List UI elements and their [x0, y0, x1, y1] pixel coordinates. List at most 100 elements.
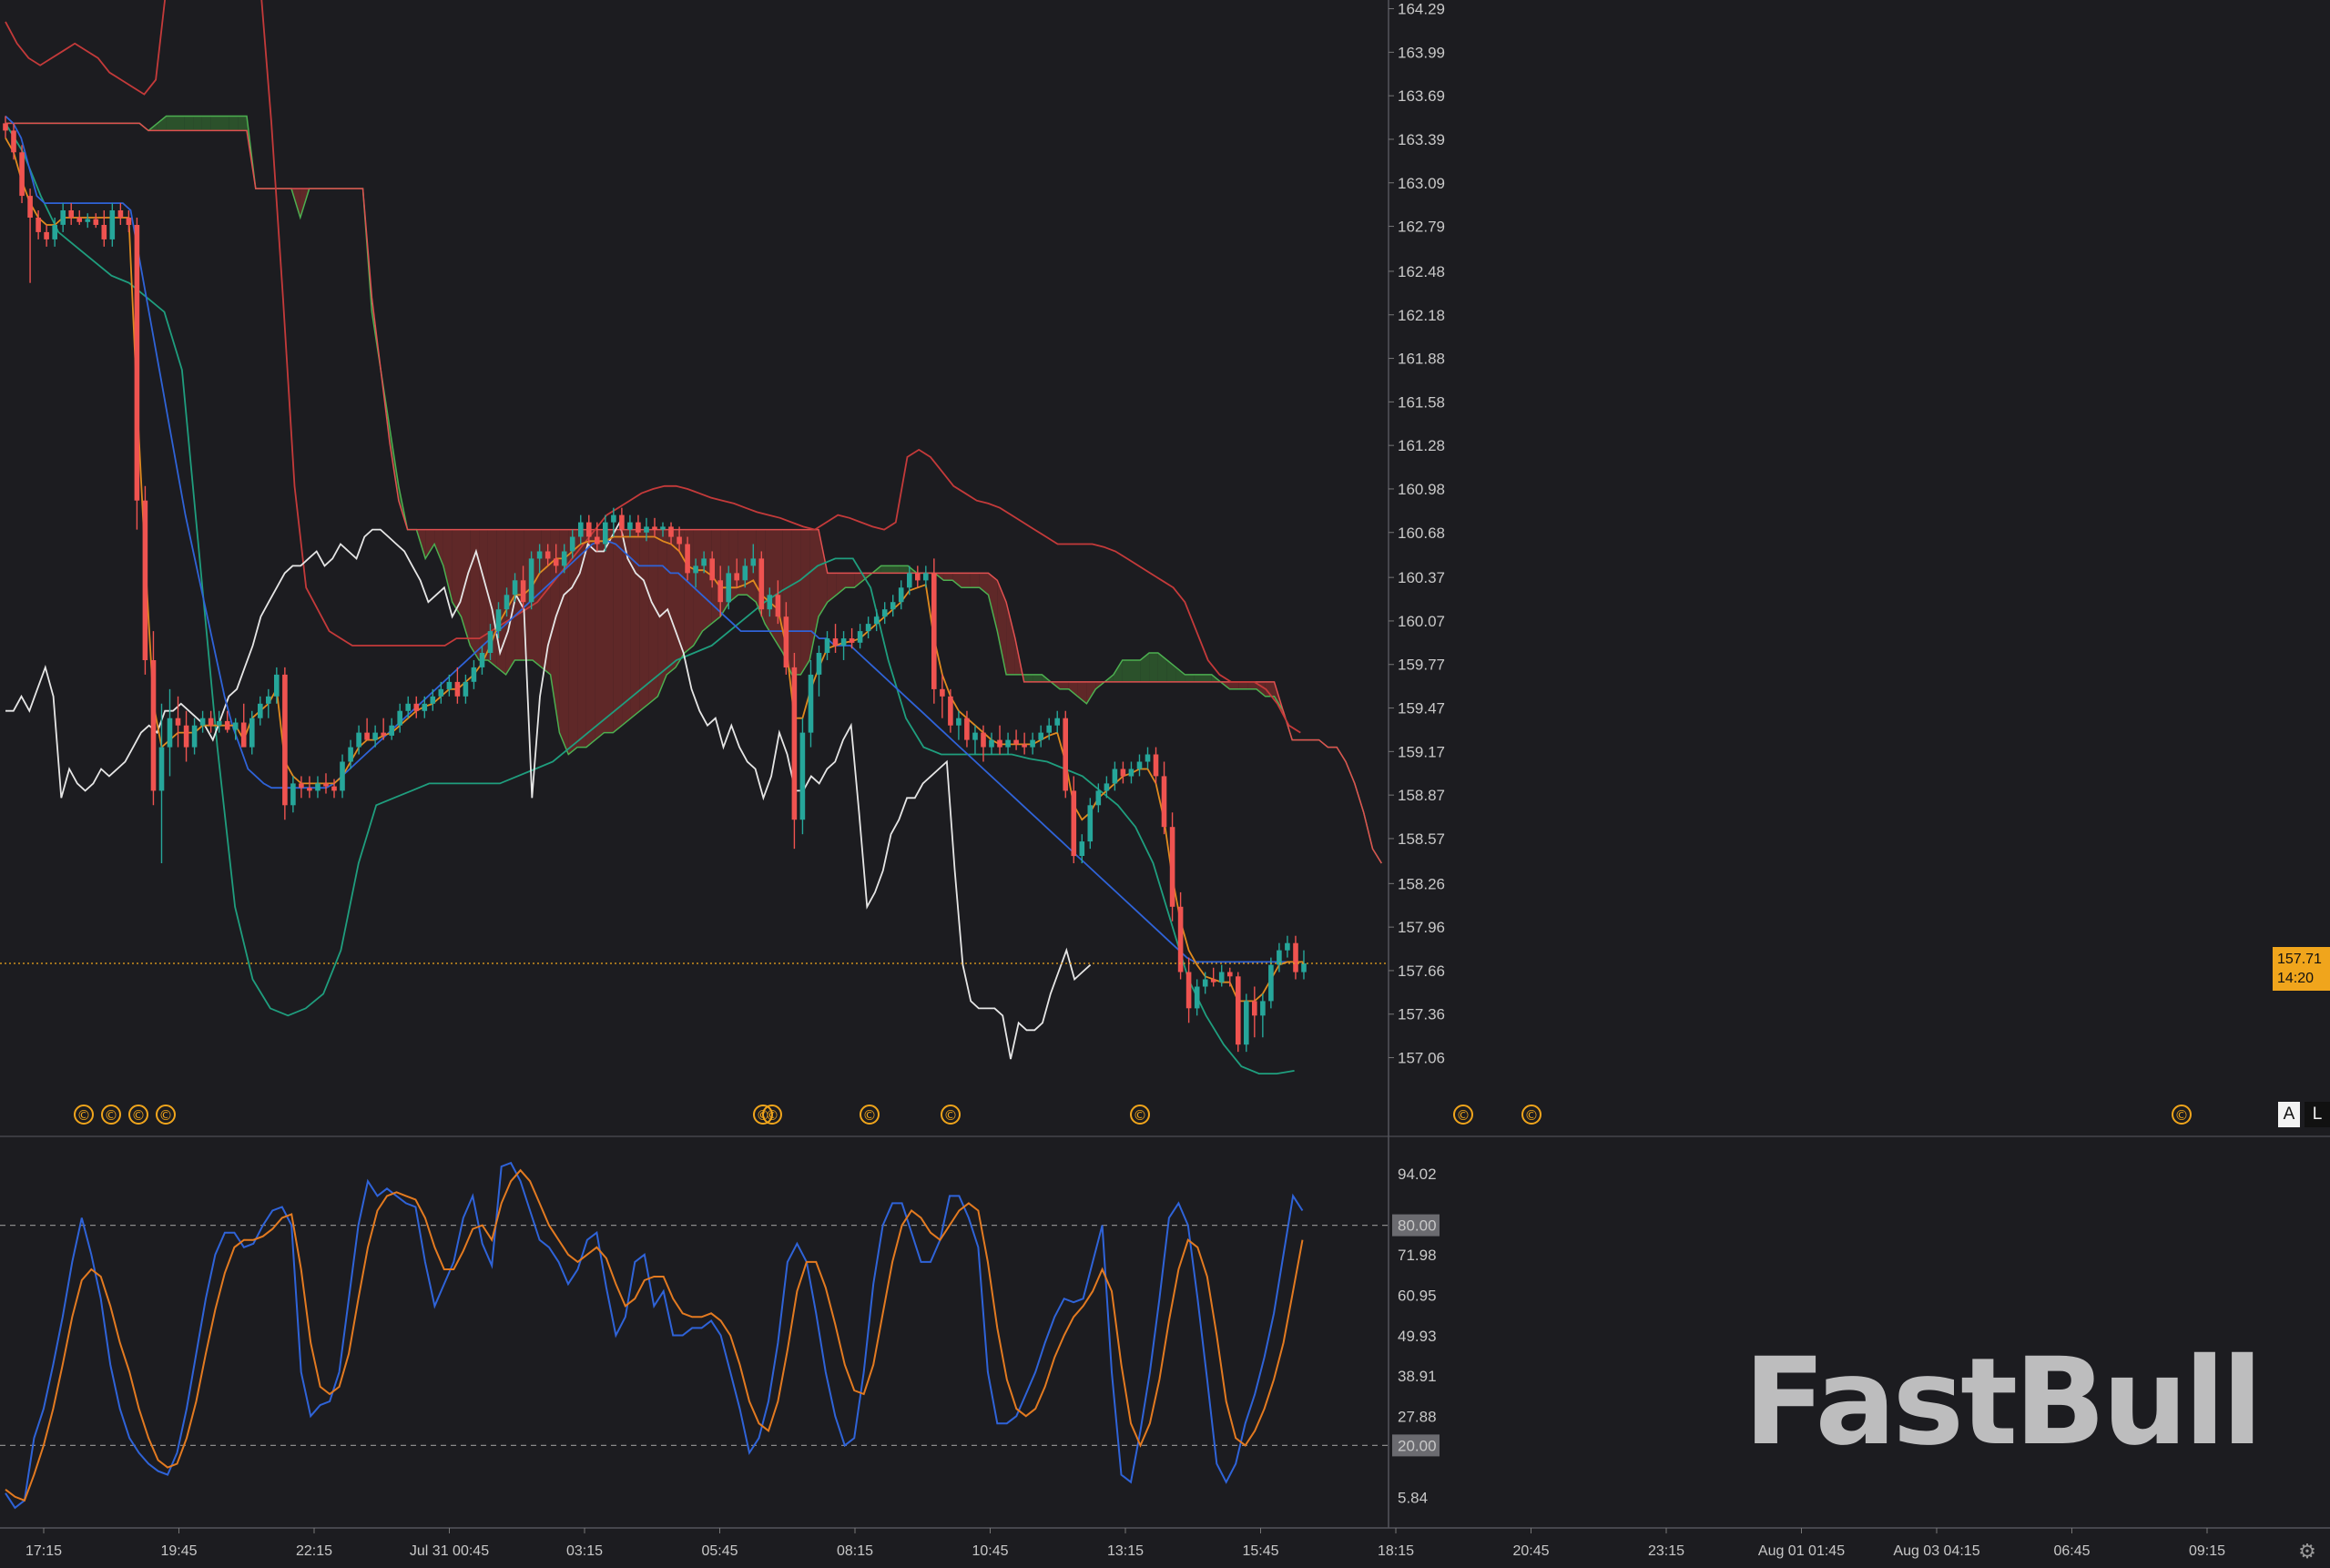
candle-body	[701, 558, 707, 566]
candle-body	[85, 219, 91, 222]
candle-body	[775, 595, 781, 617]
price-tick-label: 162.48	[1398, 263, 1445, 280]
candle-body	[636, 522, 641, 533]
dividend-marker-icon: ©	[2172, 1105, 2192, 1125]
time-tick-label: 06:45	[2053, 1543, 2090, 1559]
candle-body	[68, 210, 74, 218]
price-tick-label: 160.07	[1398, 613, 1445, 630]
candle-body	[824, 638, 830, 653]
candle-body	[791, 667, 798, 820]
candle-body	[1285, 942, 1290, 951]
candle-body	[783, 616, 789, 667]
kumo-segment	[943, 573, 953, 581]
candle-body	[1153, 754, 1159, 777]
dividend-marker-icon: ©	[156, 1105, 176, 1125]
candle-body	[931, 573, 937, 689]
candle-body	[1013, 739, 1019, 745]
candle-body	[709, 558, 715, 581]
candle-body	[981, 732, 986, 748]
candle-body	[1104, 783, 1110, 791]
time-tick-label: 08:15	[837, 1543, 873, 1559]
dividend-marker-icon: ©	[762, 1105, 782, 1125]
dividend-marker-glyph: ©	[77, 1107, 91, 1124]
candle-body	[1218, 972, 1225, 983]
dividend-marker-icon: ©	[1453, 1105, 1473, 1125]
candle-body	[315, 783, 321, 791]
candle-body	[873, 616, 880, 625]
candle-body	[340, 761, 345, 791]
candle-body	[290, 783, 296, 806]
kumo-segment	[1033, 674, 1043, 682]
candle-body	[569, 536, 575, 552]
candle-body	[44, 231, 49, 239]
time-tick-label: 18:15	[1378, 1543, 1414, 1559]
candle-body	[561, 551, 567, 566]
stoch-tick-label: 80.00	[1398, 1217, 1437, 1235]
candle-body	[430, 696, 436, 704]
candle-body	[528, 558, 534, 603]
candle-body	[299, 783, 304, 789]
candle-body	[758, 558, 765, 610]
log-scale-button[interactable]: L	[2305, 1102, 2330, 1127]
candle-body	[438, 688, 444, 697]
dividend-marker-icon: ©	[941, 1105, 961, 1125]
candle-body	[1194, 986, 1200, 1009]
candle-body	[258, 703, 263, 718]
candle-body	[1260, 1001, 1266, 1016]
dividend-marker-glyph: ©	[1525, 1107, 1539, 1124]
candle-body	[767, 595, 773, 610]
candle-body	[1177, 906, 1184, 972]
kumo-segment	[1149, 653, 1158, 682]
price-tick-label: 160.37	[1398, 569, 1445, 586]
candle-body	[595, 536, 600, 545]
candle-body	[422, 703, 428, 711]
price-tick-label: 161.88	[1398, 351, 1445, 368]
auto-scale-button[interactable]: A	[2278, 1102, 2300, 1127]
candle-body	[60, 210, 66, 225]
candle-body	[463, 681, 469, 697]
price-tick-label: 160.68	[1398, 524, 1445, 542]
kumo-segment	[219, 116, 229, 131]
kumo-segment	[890, 565, 900, 574]
last-price-value: 157.71	[2277, 952, 2322, 967]
kumo-segment	[1229, 681, 1239, 689]
candle-body	[734, 573, 739, 581]
candle-body	[726, 573, 731, 603]
price-tick-label: 157.96	[1398, 919, 1445, 936]
dividend-marker-glyph: ©	[2175, 1107, 2189, 1124]
time-tick-label: Aug 01 01:45	[1758, 1543, 1845, 1559]
candle-body	[240, 722, 247, 748]
candle-body	[799, 732, 806, 820]
candle-body	[536, 551, 543, 559]
candle-body	[331, 786, 337, 791]
candle-body	[1252, 1001, 1257, 1016]
candle-body	[1301, 963, 1307, 972]
kumo-segment	[962, 573, 971, 588]
price-tick-label: 161.58	[1398, 393, 1445, 411]
kumo-segment	[568, 529, 578, 755]
candle-body	[446, 681, 453, 689]
candle-body	[76, 218, 82, 222]
stoch-tick-label: 27.88	[1398, 1409, 1437, 1426]
candle-body	[520, 580, 526, 603]
dividend-marker-glyph: ©	[766, 1107, 779, 1124]
candle-body	[224, 720, 230, 730]
candle-body	[1128, 769, 1134, 777]
kumo-segment	[585, 529, 595, 748]
price-tick-label: 159.47	[1398, 700, 1445, 718]
time-tick-label: 19:45	[160, 1543, 197, 1559]
candle-body	[693, 565, 698, 574]
time-tick-label: 10:45	[972, 1543, 1008, 1559]
kumo-segment	[702, 529, 712, 632]
time-tick-label: Aug 03 04:15	[1893, 1543, 1979, 1559]
kumo-segment	[1060, 681, 1069, 689]
candle-body	[808, 674, 814, 733]
candle-body	[413, 703, 420, 711]
price-tick-label: 157.36	[1398, 1006, 1445, 1023]
candle-body	[1079, 841, 1085, 856]
gear-icon[interactable]: ⚙	[2294, 1539, 2320, 1564]
candle-body	[832, 638, 839, 647]
candle-body	[685, 544, 690, 574]
time-tick-label: 05:45	[701, 1543, 738, 1559]
time-tick-label: 23:15	[1648, 1543, 1684, 1559]
